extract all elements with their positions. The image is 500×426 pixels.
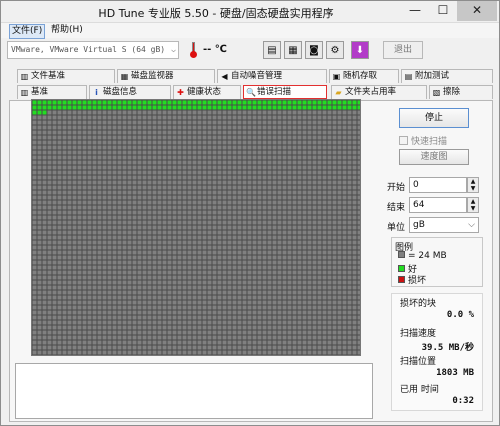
copy-all-icon[interactable]: ▦ (284, 41, 302, 59)
menu-bar: 文件(F) 帮助(H) (1, 23, 499, 39)
legend-bad-label: 损坏 (408, 276, 427, 286)
end-spinner[interactable]: ▲ ▼ (467, 197, 479, 213)
tab-random-access[interactable]: ▣ 随机存取 (329, 69, 399, 83)
extra-tests-icon: ▤ (404, 72, 413, 81)
tab-folder-usage[interactable]: ▰ 文件夹占用率 (331, 85, 427, 99)
elapsed-value: 0:32 (452, 396, 474, 406)
tab-label: 擦除 (443, 87, 461, 97)
tab-row-2: ▥ 基准 i 磁盘信息 ✚ 健康状态 🔍错误扫描 ▰ 文件夹占用率 ▧ 擦除 (9, 85, 493, 99)
legend-bad: 损坏 (398, 273, 426, 286)
tab-label: 健康状态 (187, 87, 222, 97)
app-window: HD Tune 专业版 5.50 - 硬盘/固态硬盘实用程序 — ☐ ✕ 文件(… (0, 0, 500, 426)
legend-block-label: = 24 MB (408, 251, 447, 261)
tab-row-1: ▥ 文件基准 ▦ 磁盘监视器 ◀ 自动噪音管理 ▣ 随机存取 ▤ 附加测试 (9, 69, 493, 83)
info-icon: i (95, 88, 98, 97)
copy-info-icon[interactable]: ▤ (263, 41, 281, 59)
stop-button[interactable]: 停止 (399, 108, 469, 128)
tab-label: 错误扫描 (257, 87, 292, 97)
start-label: 开始 (387, 183, 406, 193)
tab-health[interactable]: ✚ 健康状态 (173, 85, 241, 99)
search-icon: 🔍 (246, 88, 256, 97)
tab-file-benchmark[interactable]: ▥ 文件基准 (17, 69, 115, 83)
erase-icon: ▧ (432, 88, 441, 97)
speed-value: 39.5 MB/秒 (421, 343, 474, 353)
menu-file[interactable]: 文件(F) (9, 24, 46, 39)
options-icon[interactable]: ⚙ (326, 41, 344, 59)
chevron-down-icon: ⌵ (171, 45, 176, 54)
drive-select-value: VMware, VMware Virtual S (64 gB) (11, 45, 166, 54)
stats-box: 损坏的块 0.0 % 扫描速度 39.5 MB/秒 扫描位置 1803 MB 已… (391, 293, 483, 411)
block-map (32, 100, 360, 355)
checkbox-box (399, 136, 408, 145)
window-title: HD Tune 专业版 5.50 - 硬盘/固态硬盘实用程序 (98, 7, 334, 20)
tab-label: 基准 (31, 87, 49, 97)
title-bar: HD Tune 专业版 5.50 - 硬盘/固态硬盘实用程序 — ☐ ✕ (1, 1, 499, 23)
tab-label: 附加测试 (415, 71, 450, 81)
scan-block-grid (31, 99, 361, 356)
thermometer-icon (189, 42, 197, 58)
legend-block-size: = 24 MB (398, 251, 447, 261)
good-swatch (398, 265, 405, 272)
tab-label: 文件夹占用率 (345, 87, 397, 97)
chevron-down-icon: ⌵ (468, 220, 475, 230)
tab-label: 文件基准 (31, 71, 66, 81)
position-label: 扫描位置 (400, 357, 437, 367)
speed-map-button[interactable]: 速度图 (399, 149, 469, 165)
legend-box: 图例 = 24 MB 好 损坏 (391, 237, 483, 287)
toolbar: VMware, VMware Virtual S (64 gB) ⌵ -- ℃ … (1, 38, 499, 64)
maximize-button[interactable]: ☐ (429, 1, 457, 21)
random-access-icon: ▣ (332, 72, 341, 81)
save-icon[interactable]: ⬇ (351, 41, 369, 59)
tab-label: 磁盘信息 (103, 87, 138, 97)
tab-aam[interactable]: ◀ 自动噪音管理 (217, 69, 327, 83)
unscanned-swatch (398, 251, 405, 258)
bad-swatch (398, 276, 405, 283)
menu-help[interactable]: 帮助(H) (49, 24, 85, 37)
health-icon: ✚ (177, 88, 184, 97)
benchmark-icon: ▥ (20, 72, 29, 81)
elapsed-label: 已用 时间 (400, 385, 439, 395)
tab-label: 自动噪音管理 (231, 71, 283, 81)
exit-button[interactable]: 退出 (383, 41, 423, 59)
drive-select[interactable]: VMware, VMware Virtual S (64 gB) ⌵ (7, 41, 179, 59)
tab-erase[interactable]: ▧ 擦除 (429, 85, 493, 99)
benchmark-icon: ▥ (20, 88, 29, 97)
folder-icon: ▰ (335, 88, 342, 97)
end-label: 结束 (387, 203, 406, 213)
end-input[interactable]: 64 (409, 197, 467, 213)
monitor-icon: ▦ (120, 72, 129, 81)
tab-disk-info[interactable]: i 磁盘信息 (89, 85, 171, 99)
quick-scan-label: 快速扫描 (411, 137, 448, 147)
quick-scan-checkbox[interactable]: 快速扫描 (399, 134, 447, 147)
start-spinner[interactable]: ▲ ▼ (467, 177, 479, 193)
minimize-button[interactable]: — (401, 1, 429, 21)
speaker-icon: ◀ (221, 72, 228, 81)
tab-label: 随机存取 (343, 71, 378, 81)
tab-disk-monitor[interactable]: ▦ 磁盘监视器 (117, 69, 215, 83)
tab-label: 磁盘监视器 (131, 71, 174, 81)
temperature-readout: -- ℃ (203, 44, 227, 55)
unit-select[interactable]: gB ⌵ (409, 217, 479, 233)
tab-error-scan[interactable]: 🔍错误扫描 (243, 85, 327, 99)
tab-extra-tests[interactable]: ▤ 附加测试 (401, 69, 493, 83)
tab-benchmark[interactable]: ▥ 基准 (17, 85, 87, 99)
speed-label: 扫描速度 (400, 329, 437, 339)
close-button[interactable]: ✕ (457, 1, 497, 21)
damaged-label: 损坏的块 (400, 299, 437, 309)
start-input[interactable]: 0 (409, 177, 467, 193)
camera-icon[interactable]: ◙ (305, 41, 323, 59)
scan-log-box (15, 363, 373, 419)
unit-select-value: gB (413, 220, 425, 230)
damaged-value: 0.0 % (446, 310, 474, 320)
unit-label: 单位 (387, 223, 406, 233)
position-value: 1803 MB (436, 368, 474, 378)
